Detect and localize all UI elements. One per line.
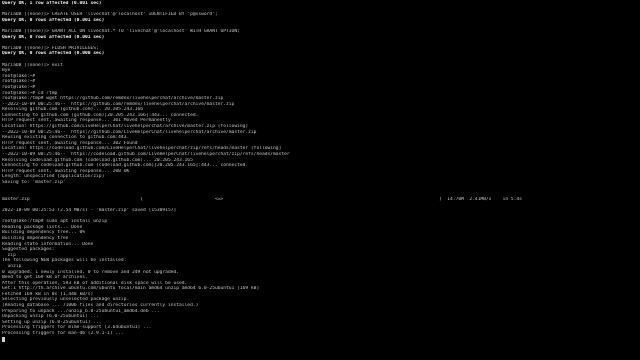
- terminal-output: Query OK, 1 row affected (0.001 sec) Mari…: [2, 1, 638, 342]
- terminal-cursor-line[interactable]: [2, 336, 638, 343]
- terminal-window[interactable]: Query OK, 1 row affected (0.001 sec) Mari…: [0, 0, 640, 360]
- cursor-block-icon: [2, 336, 5, 342]
